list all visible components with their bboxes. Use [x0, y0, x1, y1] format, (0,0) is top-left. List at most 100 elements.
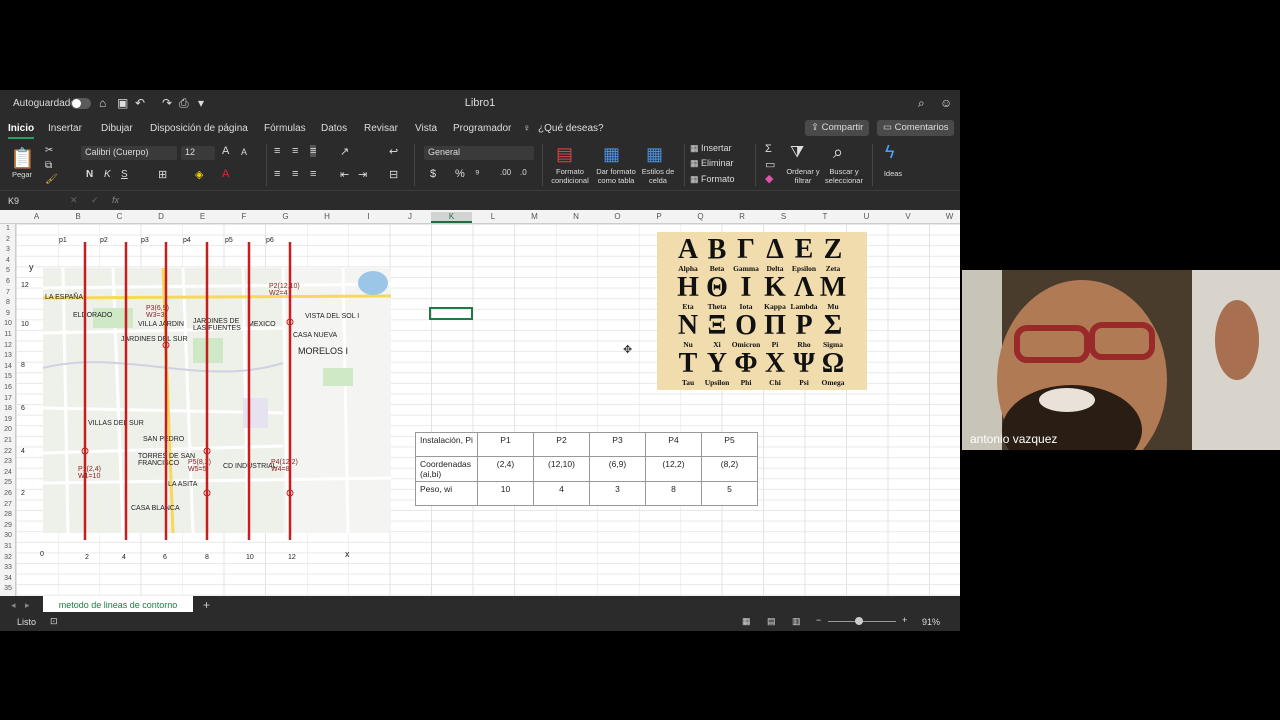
fill-icon[interactable]: ▭: [765, 158, 775, 171]
currency-icon[interactable]: $: [430, 168, 436, 180]
greek-letter: Ι Iota: [731, 274, 761, 312]
cell-styles-icon[interactable]: ▦: [646, 144, 663, 165]
greek-row: Η Eta Θ Theta Ι Iota Κ Kappa Λ Lambda Μ Mu: [657, 274, 867, 313]
greek-glyph: Υ: [706, 348, 728, 379]
increase-decimal-icon[interactable]: .00: [500, 168, 511, 177]
coord-cell: (6,9): [589, 456, 646, 482]
format-table-icon[interactable]: ▦: [603, 144, 620, 165]
page-layout-icon[interactable]: ▤: [767, 616, 776, 627]
greek-letter: Σ Sigma: [818, 312, 848, 350]
greek-letter: Ρ Rho: [789, 312, 819, 350]
greek-letter: Π Pi: [760, 312, 790, 350]
format-cells-button[interactable]: ▦ Formato: [690, 174, 735, 185]
normal-view-icon[interactable]: ▦: [742, 616, 751, 627]
next-sheet-icon[interactable]: ▸: [25, 600, 30, 611]
cell-styles-label[interactable]: Estilos de celda: [640, 167, 676, 185]
column-header[interactable]: P: [639, 212, 680, 221]
column-header[interactable]: N: [556, 212, 597, 221]
find-select-label[interactable]: Buscar y seleccionar: [822, 167, 866, 185]
page-break-icon[interactable]: ▥: [792, 616, 801, 627]
number-format-select[interactable]: General: [424, 146, 534, 160]
zoom-in-icon[interactable]: +: [902, 615, 907, 625]
format-table-label[interactable]: Dar formato como tabla: [593, 167, 639, 185]
delete-cells-button[interactable]: ▦ Eliminar: [690, 158, 734, 169]
webcam-frame: [962, 270, 1280, 450]
contour-label-p1: p1: [59, 237, 67, 244]
greek-glyph: Β: [707, 234, 727, 265]
sort-filter-icon[interactable]: ⧩: [790, 144, 804, 162]
y-axis-label: y: [29, 262, 34, 272]
clear-icon[interactable]: ◆: [765, 172, 773, 185]
decrease-decimal-icon[interactable]: .0: [520, 168, 527, 177]
conditional-format-icon[interactable]: ▤: [556, 144, 573, 165]
table-row: Coordenadas (ai,bi) (2,4) (12,10) (6,9) …: [415, 456, 758, 482]
greek-letter: Μ Mu: [818, 272, 848, 312]
column-header[interactable]: Q: [680, 212, 721, 221]
column-header[interactable]: R: [722, 212, 763, 221]
tell-me-search[interactable]: ¿Qué deseas?: [538, 123, 604, 134]
zoom-slider-thumb[interactable]: [855, 617, 863, 625]
column-header[interactable]: O: [597, 212, 638, 221]
column-header[interactable]: T: [805, 212, 846, 221]
coord-cell: (12,10): [533, 456, 590, 482]
find-icon[interactable]: ⌕: [833, 142, 843, 163]
column-header[interactable]: V: [888, 212, 929, 221]
autosum-icon[interactable]: Σ: [765, 143, 772, 155]
row-header[interactable]: 34: [0, 575, 16, 582]
macro-icon[interactable]: ⊡: [50, 616, 58, 627]
selected-cell[interactable]: [429, 307, 473, 320]
column-header[interactable]: W: [929, 212, 960, 221]
greek-name: Omega: [821, 378, 845, 387]
column-header[interactable]: M: [514, 212, 555, 221]
greek-glyph: Μ: [819, 272, 847, 303]
greek-letter: Χ Chi: [760, 350, 790, 388]
weight-cell: 5: [701, 481, 758, 506]
greek-name: Psi: [799, 378, 809, 387]
x-tick-label: 0: [40, 551, 44, 558]
zoom-out-icon[interactable]: −: [816, 615, 821, 625]
greek-glyph: Ξ: [707, 310, 727, 341]
column-header[interactable]: K: [431, 212, 472, 223]
x-tick-label: 12: [288, 554, 296, 561]
greek-letter: Β Beta: [702, 234, 732, 274]
greek-letter: Ξ Xi: [702, 310, 732, 350]
ideas-icon[interactable]: ϟ: [885, 142, 895, 163]
greek-letter: Θ Theta: [702, 272, 732, 312]
tab-programador[interactable]: Programador: [453, 123, 511, 134]
search-icon[interactable]: ⌕: [918, 96, 925, 111]
column-header[interactable]: L: [473, 212, 514, 221]
column-header[interactable]: S: [763, 212, 804, 221]
comments-button[interactable]: ▭ Comentarios: [877, 120, 955, 136]
row-header[interactable]: 33: [0, 564, 16, 571]
greek-letter: Η Eta: [673, 274, 703, 312]
header-cell: P2: [533, 432, 590, 457]
header-cell: P5: [701, 432, 758, 457]
greek-glyph: Κ: [764, 272, 786, 303]
greek-letter: Ο Omicron: [731, 312, 761, 350]
greek-letter: Υ Upsilon: [702, 348, 732, 388]
row-header[interactable]: 35: [0, 585, 16, 592]
greek-letter: Ω Omega: [818, 350, 848, 388]
ideas-label[interactable]: Ideas: [878, 169, 908, 178]
x-tick-label: 10: [246, 554, 254, 561]
account-icon[interactable]: ☺: [940, 96, 952, 110]
insert-cells-button[interactable]: ▦ Insertar: [690, 143, 732, 154]
coord-cell: (2,4): [477, 456, 534, 482]
comma-icon[interactable]: ⁹: [475, 168, 480, 180]
greek-glyph: Θ: [706, 272, 728, 303]
greek-row: Α Alpha Β Beta Γ Gamma Δ Delta Ε Epsilon Ζ Zeta: [657, 236, 867, 275]
x-tick-label: 8: [205, 554, 209, 561]
prev-sheet-icon[interactable]: ◂: [11, 600, 16, 611]
coord-cell: (8,2): [701, 456, 758, 482]
share-button[interactable]: ⇪ Compartir: [805, 120, 870, 136]
sort-filter-label[interactable]: Ordenar y filtrar: [784, 167, 822, 185]
percent-icon[interactable]: %: [455, 168, 465, 180]
tab-vista[interactable]: Vista: [415, 123, 437, 134]
greek-glyph: Ε: [794, 234, 814, 265]
greek-name: Tau: [681, 378, 695, 387]
coord-cell: (12,2): [645, 456, 702, 482]
column-header[interactable]: U: [846, 212, 887, 221]
add-sheet-icon[interactable]: +: [203, 598, 210, 612]
cond-format-label[interactable]: Formato condicional: [548, 167, 592, 185]
table-row: Instalación, Pi P1 P2 P3 P4 P5: [415, 432, 758, 457]
